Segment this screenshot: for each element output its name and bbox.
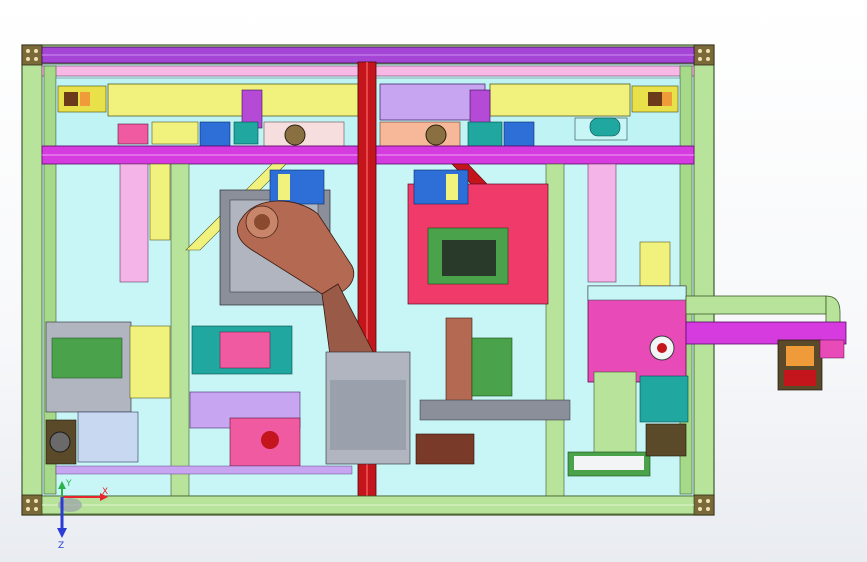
yellow-cylinder-left bbox=[278, 174, 290, 200]
blue-cylinder-right bbox=[413, 169, 469, 205]
yellow-guide-left bbox=[107, 83, 359, 117]
vertical-post-1 bbox=[170, 163, 190, 497]
lavender-carriage bbox=[379, 83, 486, 121]
right-pink-column bbox=[587, 163, 617, 283]
triad-x-label: X bbox=[102, 487, 108, 497]
cad-viewport[interactable]: X Y Z bbox=[0, 0, 867, 562]
assembly-drawing: X Y Z bbox=[21, 44, 847, 551]
yellow-cylinder-right bbox=[446, 174, 458, 200]
triad-z-label: Z bbox=[58, 541, 64, 551]
vertical-post-2 bbox=[545, 163, 565, 497]
left-yellow-column bbox=[149, 163, 171, 241]
triad-y-label: Y bbox=[65, 479, 72, 489]
yellow-guide-right bbox=[489, 83, 631, 117]
left-pink-column bbox=[119, 163, 149, 283]
z-axis-arrow-icon bbox=[57, 528, 67, 538]
right-yellow-block bbox=[639, 241, 671, 287]
